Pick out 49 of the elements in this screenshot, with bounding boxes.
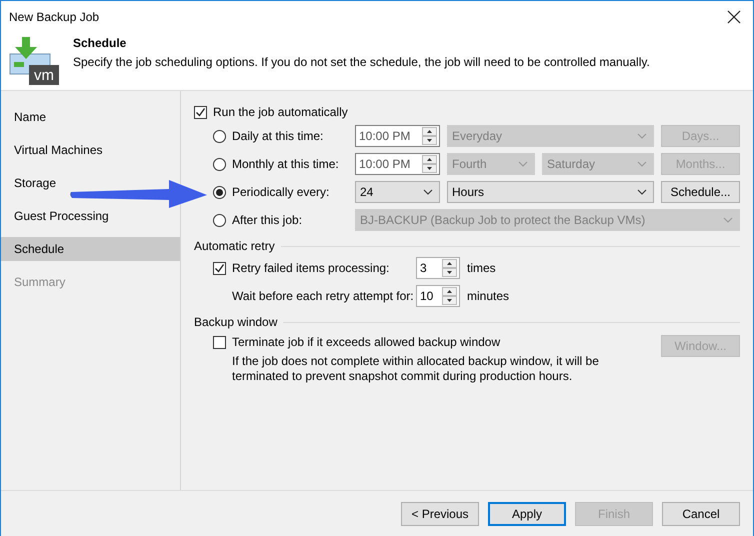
spinner-arrows-icon[interactable] <box>422 127 437 145</box>
checkbox-label: Terminate job if it exceeds allowed backup window <box>232 335 500 349</box>
sidebar-item[interactable]: Storage <box>1 173 60 193</box>
radio-label: Monthly at this time: <box>232 157 339 171</box>
chevron-down-icon <box>518 161 528 167</box>
unit-label: minutes <box>467 289 510 303</box>
radio-button[interactable] <box>213 214 226 226</box>
section-title: Automatic retry <box>194 239 275 253</box>
button[interactable]: Cancel <box>662 502 740 526</box>
spinner-arrows-icon[interactable] <box>442 287 457 305</box>
number-spinner-field[interactable]: 10 <box>416 285 460 307</box>
radio-label: Periodically every: <box>232 185 330 199</box>
button[interactable]: < Previous <box>401 502 479 526</box>
page-description: Specify the job scheduling options. If you do not set the schedule, the job will need to be controlled manually. <box>73 55 650 69</box>
number-spinner-field[interactable]: 3 <box>416 257 460 279</box>
checkbox-label: Run the job automatically <box>213 105 348 119</box>
button[interactable]: Schedule... <box>661 181 740 203</box>
time-spinner-field[interactable]: 10:00 PM <box>355 125 440 147</box>
window-title: New Backup Job <box>9 10 100 24</box>
chevron-down-icon <box>723 217 733 223</box>
time-spinner-field[interactable]: 10:00 PM <box>355 153 440 175</box>
checkbox[interactable] <box>194 106 207 118</box>
chevron-down-icon <box>637 133 647 139</box>
spinner-arrows-icon[interactable] <box>442 259 457 277</box>
radio-label: Daily at this time: <box>232 129 324 143</box>
radio-label: After this job: <box>232 213 302 227</box>
spinner-arrows-icon[interactable] <box>422 155 437 173</box>
section-title: Backup window <box>194 315 278 329</box>
radio-button[interactable] <box>213 158 226 170</box>
checkbox[interactable] <box>213 262 226 274</box>
page-title: Schedule <box>73 36 128 50</box>
unit-label: times <box>467 261 496 275</box>
help-text: If the job does not complete within allocated backup window, it will be terminated to prevent snapshot commit during production hours. <box>232 354 600 384</box>
chevron-down-icon <box>423 189 433 195</box>
radio-button[interactable] <box>213 130 226 142</box>
radio-button[interactable] <box>213 186 226 198</box>
field-label: Wait before each retry attempt for: <box>231 289 414 303</box>
button[interactable]: Apply <box>488 502 566 526</box>
sidebar-item[interactable]: Virtual Machines <box>1 140 106 160</box>
chevron-down-icon <box>637 161 647 167</box>
checkbox[interactable] <box>213 336 226 348</box>
dropdown[interactable]: 24 <box>355 181 440 203</box>
sidebar-item[interactable]: Name <box>1 107 50 127</box>
dropdown[interactable]: Hours <box>447 181 654 203</box>
sidebar-item[interactable]: Schedule <box>1 237 180 261</box>
checkbox-label: Retry failed items processing: <box>232 261 390 275</box>
close-icon[interactable] <box>727 10 741 24</box>
chevron-down-icon <box>637 189 647 195</box>
sidebar-item[interactable]: Guest Processing <box>1 206 112 226</box>
